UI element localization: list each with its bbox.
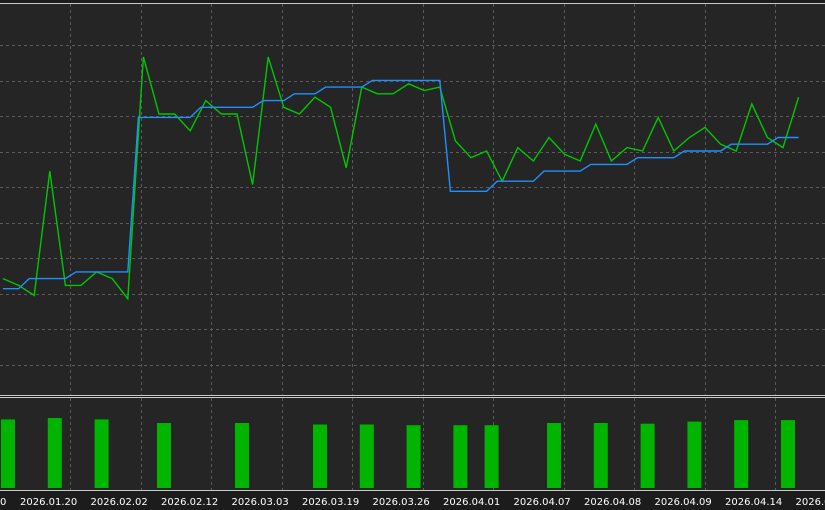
x-axis: 0 2026.01.20 2026.02.02 2026.02.12 2026.03.0… [0,497,825,508]
volume-bar [235,423,249,488]
volume-bar [406,425,421,488]
volume-bar [734,420,749,488]
x-axis-tick-label: 2026.0 [796,497,825,508]
x-axis-tick-label: 2026.04.07 [514,497,571,508]
volume-bar [484,425,499,488]
price-panel-background [0,3,825,395]
price-panel [0,3,825,396]
volume-bar [157,423,171,488]
volume-bar [547,423,561,488]
volume-bar [640,423,655,488]
x-axis-tick-label: 0 [0,497,6,508]
x-axis-tick-label: 2026.02.02 [91,497,148,508]
x-axis-tick-label: 2026.04.08 [584,497,641,508]
volume-panel [0,397,825,491]
volume-bar [593,423,608,488]
volume-bar [359,424,374,488]
x-axis-tick-label: 2026.04.09 [655,497,712,508]
x-axis-tick-label: 2026.03.19 [302,497,359,508]
volume-bar [781,420,795,488]
x-axis-tick-label: 2026.04.14 [725,497,782,508]
volume-bar [313,424,327,488]
x-axis-tick-label: 2026.01.20 [20,497,77,508]
x-axis-tick-label: 2026.03.26 [373,497,430,508]
x-axis-tick-label: 2026.02.12 [161,497,218,508]
volume-bar [687,421,702,488]
volume-bar [94,419,109,488]
volume-bar [47,418,62,488]
x-axis-tick-label: 2026.04.01 [443,497,500,508]
chart-canvas: 0 2026.01.20 2026.02.02 2026.02.12 2026.03.0… [0,0,825,510]
x-axis-tick-label: 2026.03.03 [232,497,289,508]
volume-bar [453,425,468,488]
volume-bar [1,419,15,488]
